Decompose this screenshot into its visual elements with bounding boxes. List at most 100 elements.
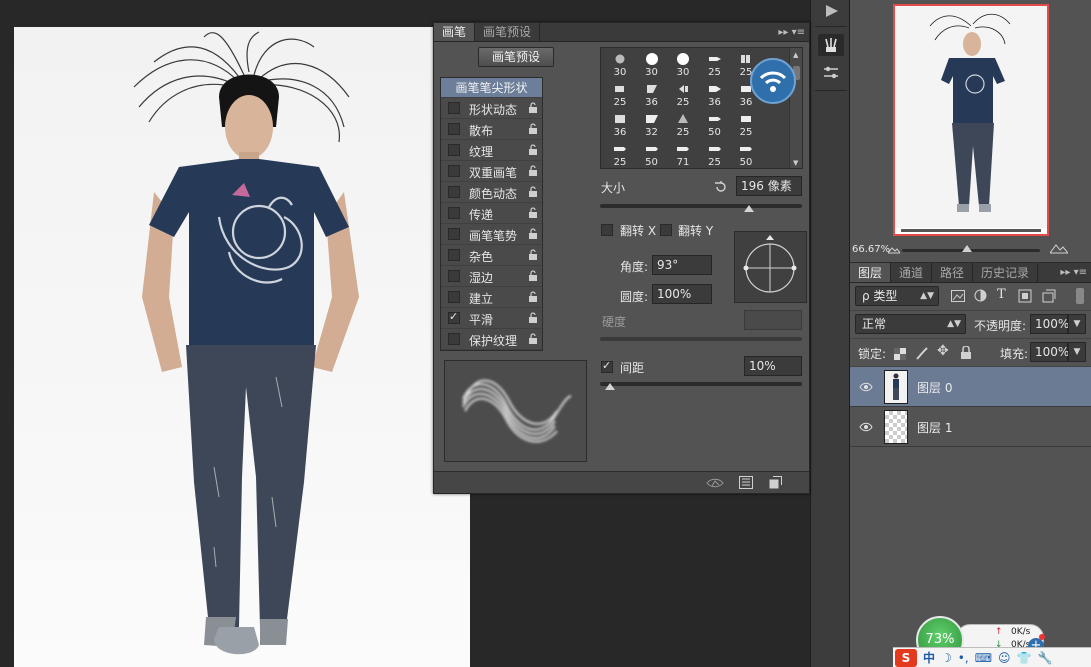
layer-name[interactable]: 图层 1 xyxy=(917,419,952,436)
keyboard-icon[interactable]: ⌨ xyxy=(975,651,992,665)
lock-pixels-brush-icon[interactable] xyxy=(915,346,929,360)
brush-presets-icon[interactable] xyxy=(818,62,844,84)
brush-option-checkbox[interactable] xyxy=(448,144,460,156)
blend-mode-dropdown[interactable]: 正常 ▲▼ xyxy=(855,314,966,334)
lock-icon[interactable] xyxy=(528,102,538,114)
brush-tip-shape-item[interactable]: 画笔笔尖形状 xyxy=(441,78,542,98)
brush-option-checkbox[interactable] xyxy=(448,165,460,177)
brush-option-checkbox[interactable] xyxy=(448,291,460,303)
tab-paths[interactable]: 路径 xyxy=(932,263,974,282)
tab-channels[interactable]: 通道 xyxy=(891,263,933,282)
lock-position-move-icon[interactable]: ✥ xyxy=(937,343,949,359)
shirt-icon[interactable]: 👕 xyxy=(1017,651,1032,665)
brush-option-row[interactable]: 颜色动态 xyxy=(441,182,542,203)
reset-size-icon[interactable] xyxy=(714,180,728,194)
tab-history[interactable]: 历史记录 xyxy=(973,263,1039,282)
brush-option-checkbox[interactable] xyxy=(448,333,460,345)
sogou-s-icon[interactable]: S xyxy=(895,648,917,667)
brush-option-checkbox[interactable] xyxy=(448,228,460,240)
scroll-down-arrow-icon[interactable]: ▼ xyxy=(793,159,798,167)
zoom-out-mountain-icon[interactable] xyxy=(888,244,900,254)
shape-filter-icon[interactable] xyxy=(1018,289,1032,303)
visibility-eye-icon[interactable] xyxy=(859,420,873,434)
lock-icon[interactable] xyxy=(528,123,538,135)
input-method-toolbar[interactable]: S 中 ☽ •, ⌨ ☺ 👕 🔧 xyxy=(893,647,1091,667)
tab-brush[interactable]: 画笔 xyxy=(434,23,476,41)
brush-tip[interactable]: 30 xyxy=(668,51,698,79)
wrench-icon[interactable]: 🔧 xyxy=(1037,651,1052,665)
brush-option-label[interactable]: 纹理 xyxy=(469,143,493,160)
fill-input[interactable]: 100% xyxy=(1030,342,1069,362)
document-canvas[interactable] xyxy=(14,27,470,667)
moon-icon[interactable]: ☽ xyxy=(941,651,952,665)
brush-option-label[interactable]: 画笔笔势 xyxy=(469,227,517,244)
brush-tip[interactable]: 25 xyxy=(668,111,698,139)
brush-tip[interactable]: 30 xyxy=(637,51,667,79)
panel-menu-icon[interactable]: ▸▸ ▾≡ xyxy=(1056,263,1091,282)
lock-icon[interactable] xyxy=(528,186,538,198)
wifi-floating-badge[interactable] xyxy=(750,58,796,104)
brush-option-label[interactable]: 颜色动态 xyxy=(469,185,517,202)
spacing-input[interactable]: 10% xyxy=(744,356,802,376)
lock-icon[interactable] xyxy=(528,270,538,282)
brush-tip[interactable]: 71 xyxy=(668,141,698,168)
brush-option-label[interactable]: 建立 xyxy=(469,290,493,307)
create-new-brush-icon[interactable] xyxy=(769,476,782,489)
lock-icon[interactable] xyxy=(528,207,538,219)
navigator-zoom-slider[interactable] xyxy=(902,245,1040,252)
angle-input[interactable]: 93° xyxy=(652,255,712,275)
lock-icon[interactable] xyxy=(528,333,538,345)
brush-tip[interactable]: 32 xyxy=(637,111,667,139)
brush-tip[interactable]: 25 xyxy=(700,141,730,168)
opacity-input[interactable]: 100% xyxy=(1030,314,1069,334)
brush-option-row[interactable]: 双重画笔 xyxy=(441,161,542,182)
smart-object-filter-icon[interactable] xyxy=(1042,288,1056,303)
brush-tip[interactable]: 50 xyxy=(700,111,730,139)
brush-tip[interactable]: 25 xyxy=(700,51,730,79)
brush-option-label[interactable]: 形状动态 xyxy=(469,101,517,118)
lock-icon[interactable] xyxy=(528,228,538,240)
tab-layers[interactable]: 图层 xyxy=(850,263,892,282)
filter-toggle-switch[interactable] xyxy=(1076,288,1084,304)
lock-all-icon[interactable] xyxy=(960,346,972,360)
brush-option-checkbox[interactable] xyxy=(448,270,460,282)
tab-brush-presets[interactable]: 画笔预设 xyxy=(475,23,541,41)
brush-tip[interactable]: 50 xyxy=(731,141,761,168)
brush-option-row[interactable]: 纹理 xyxy=(441,140,542,161)
brush-tip[interactable]: 25 xyxy=(731,111,761,139)
zoom-in-mountain-icon[interactable] xyxy=(1050,242,1068,254)
adjustment-filter-icon[interactable] xyxy=(974,289,987,302)
lock-icon[interactable] xyxy=(528,312,538,324)
scroll-up-arrow-icon[interactable]: ▲ xyxy=(793,51,798,59)
brush-tip[interactable]: 36 xyxy=(700,81,730,109)
brush-tip[interactable]: 36 xyxy=(637,81,667,109)
angle-roundness-widget[interactable] xyxy=(734,231,807,303)
brush-option-label[interactable]: 平滑 xyxy=(469,311,493,328)
brush-option-row[interactable]: 传递 xyxy=(441,203,542,224)
punctuation-icon[interactable]: •, xyxy=(958,651,969,665)
chinese-mode-indicator[interactable]: 中 xyxy=(923,649,935,666)
brush-option-checkbox[interactable] xyxy=(448,123,460,135)
flip-y-checkbox[interactable] xyxy=(660,224,672,236)
brush-option-label[interactable]: 杂色 xyxy=(469,248,493,265)
fill-dropdown-button[interactable]: ▼ xyxy=(1068,342,1086,362)
brush-option-checkbox[interactable] xyxy=(448,310,460,324)
brush-option-row[interactable]: 湿边 xyxy=(441,266,542,287)
layer-filter-dropdown[interactable]: ρ 类型 ▲▼ xyxy=(855,286,939,306)
lock-transparent-icon[interactable] xyxy=(894,348,906,360)
brush-option-checkbox[interactable] xyxy=(448,102,460,114)
brush-option-checkbox[interactable] xyxy=(448,186,460,198)
brush-option-row[interactable]: 保护纹理 xyxy=(441,329,542,350)
user-icon[interactable]: ☺ xyxy=(998,651,1011,665)
opacity-dropdown-button[interactable]: ▼ xyxy=(1068,314,1086,334)
play-icon[interactable] xyxy=(818,0,844,22)
layer-row-0[interactable]: 图层 0 xyxy=(850,367,1091,407)
panel-menu-icon[interactable]: ▸▸ ▾≡ xyxy=(774,23,809,41)
brush-option-label[interactable]: 散布 xyxy=(469,122,493,139)
brush-option-label[interactable]: 传递 xyxy=(469,206,493,223)
roundness-input[interactable]: 100% xyxy=(652,284,712,304)
size-slider-knob[interactable] xyxy=(744,205,755,212)
brush-option-row[interactable]: 形状动态 xyxy=(441,98,542,119)
brush-option-checkbox[interactable] xyxy=(448,207,460,219)
brush-tip[interactable]: 50 xyxy=(637,141,667,168)
